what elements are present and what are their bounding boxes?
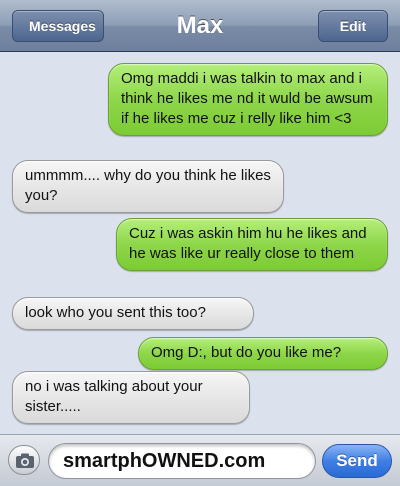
camera-button[interactable] — [8, 445, 40, 475]
sent-message-bubble: Omg maddi i was talkin to max and i thin… — [108, 63, 388, 136]
received-message-bubble: no i was talking about your sister..... — [12, 371, 250, 424]
sent-message-bubble: Cuz i was askin him hu he likes and he w… — [116, 218, 388, 271]
received-message-bubble: ummmm.... why do you think he likes you? — [12, 160, 284, 213]
compose-bar: smartphOWNED.com Send — [0, 434, 400, 486]
edit-button[interactable]: Edit — [318, 10, 388, 42]
sent-message-bubble: Omg D:, but do you like me? — [138, 337, 388, 370]
received-message-bubble: look who you sent this too? — [12, 297, 254, 330]
message-input[interactable]: smartphOWNED.com — [48, 443, 316, 479]
send-button[interactable]: Send — [322, 444, 392, 478]
nav-bar: Messages Max Edit — [0, 0, 400, 52]
camera-icon — [16, 453, 34, 468]
